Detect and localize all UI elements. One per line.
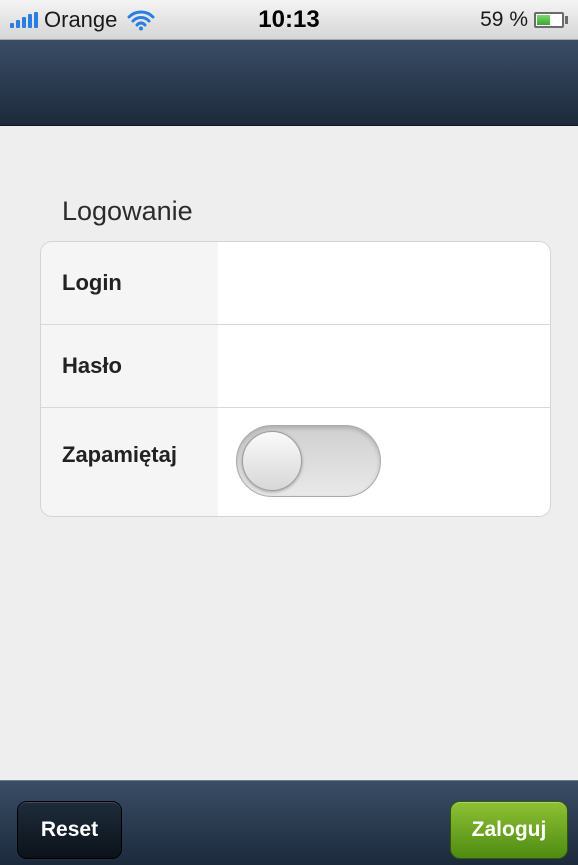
password-row: Hasło [41, 325, 550, 408]
status-bar: Orange 10:13 59 % [0, 0, 578, 40]
toggle-knob[interactable] [242, 431, 302, 491]
reset-button[interactable]: Reset [17, 801, 122, 859]
battery-percent: 59 % [480, 8, 528, 31]
login-input[interactable] [218, 242, 550, 324]
bottom-toolbar: Reset Zaloguj [0, 780, 578, 865]
login-form: Login Hasło Zapamiętaj [40, 241, 551, 517]
login-label: Login [41, 242, 218, 324]
login-button[interactable]: Zaloguj [450, 801, 568, 859]
password-input[interactable] [218, 325, 550, 407]
remember-label: Zapamiętaj [41, 408, 218, 516]
nav-bar [0, 40, 578, 126]
battery-fill [537, 15, 551, 25]
section-title: Logowanie [62, 196, 193, 226]
battery-icon [534, 12, 564, 28]
remember-control [218, 408, 550, 516]
login-row: Login [41, 242, 550, 325]
remember-toggle[interactable] [236, 425, 381, 497]
password-label: Hasło [41, 325, 218, 407]
battery-tip [565, 16, 568, 24]
remember-row: Zapamiętaj [41, 408, 550, 516]
status-right: 59 % [480, 8, 568, 32]
